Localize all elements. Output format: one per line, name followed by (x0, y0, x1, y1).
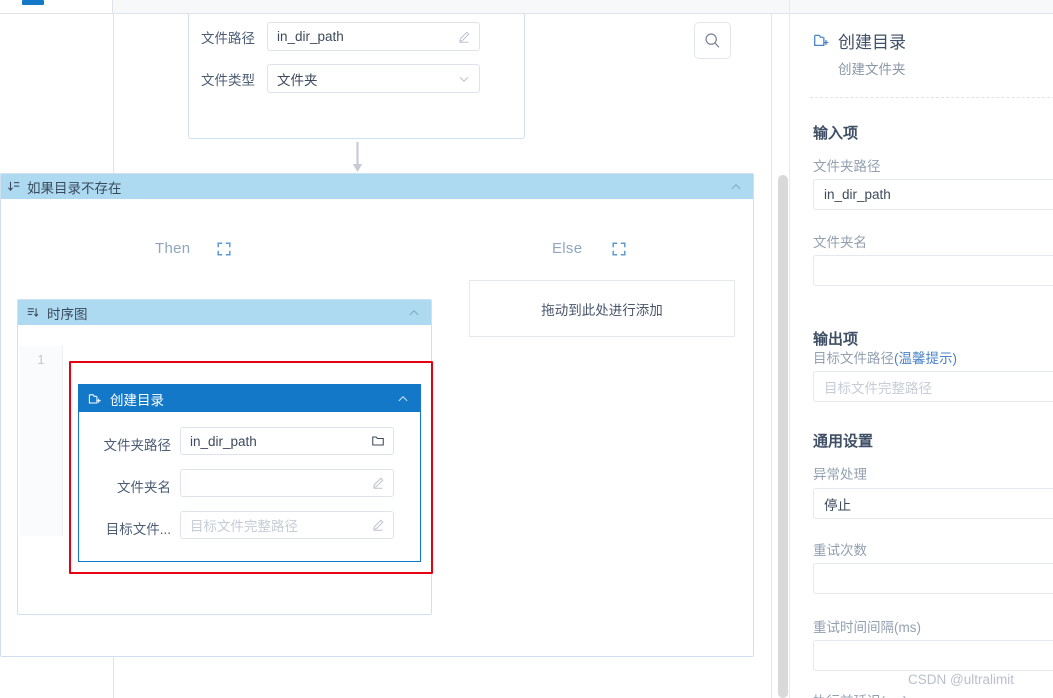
card-input-target-file-placeholder: 目标文件完整路径 (190, 519, 298, 534)
create-directory-card[interactable]: 创建目录 文件夹路径 in_dir_path 文件夹名 目标文件... 目标文件… (78, 384, 421, 562)
sidebar-select-exception[interactable]: 停止 (813, 488, 1053, 519)
pencil-icon[interactable] (371, 476, 385, 490)
app-root: 文件路径 in_dir_path 文件类型 文件夹 如果目录不存在 Then E… (0, 0, 1053, 698)
else-dropzone-label: 拖动到此处进行添加 (541, 302, 663, 318)
field-row-file-path: 文件路径 in_dir_path (189, 22, 480, 51)
folder-icon[interactable] (371, 434, 385, 448)
else-expand-icon[interactable] (611, 241, 627, 257)
watermark: CSDN @ultralimit (908, 672, 1014, 687)
tab-indicator (22, 0, 44, 5)
properties-sidebar: 创建目录 创建文件夹 输入项 文件夹路径 in_dir_path 文件夹名 输出… (789, 0, 1053, 698)
pencil-icon[interactable] (371, 518, 385, 532)
sidebar-label-target-path: 目标文件路径(温馨提示) (813, 347, 957, 367)
else-label: Else (552, 240, 583, 257)
sequence-panel-label: 时序图 (47, 306, 88, 322)
canvas-right-edge (771, 14, 772, 698)
branch-icon (7, 180, 21, 194)
sidebar-section-general: 通用设置 (813, 433, 874, 450)
field-label-file-type: 文件类型 (201, 72, 255, 88)
input-file-path[interactable]: in_dir_path (267, 22, 480, 51)
sidebar-title-row: 创建目录 (813, 28, 906, 53)
flow-canvas[interactable]: 文件路径 in_dir_path 文件类型 文件夹 如果目录不存在 Then E… (0, 14, 781, 698)
input-file-path-value: in_dir_path (277, 29, 344, 44)
search-button[interactable] (694, 22, 731, 59)
tab-active[interactable] (0, 0, 113, 13)
sidebar-input-retry-interval[interactable] (813, 640, 1053, 671)
sidebar-label-target-path-text: 目标文件路径 (813, 351, 894, 366)
sidebar-input-folder-path-value: in_dir_path (824, 187, 891, 202)
select-file-type-value: 文件夹 (277, 72, 318, 88)
card-label-folder-path: 文件夹路径 (103, 438, 172, 453)
create-directory-card-body: 文件夹路径 in_dir_path 文件夹名 目标文件... 目标文件完整路径 (79, 412, 420, 561)
folder-plus-icon (813, 32, 830, 49)
sidebar-input-folder-path[interactable]: in_dir_path (813, 179, 1053, 210)
card-input-folder-path-value: in_dir_path (190, 433, 257, 449)
chevron-up-icon[interactable] (407, 307, 421, 319)
node-file-path[interactable]: 文件路径 in_dir_path 文件类型 文件夹 (188, 14, 525, 139)
card-input-folder-path[interactable]: in_dir_path (180, 427, 394, 455)
arrow-down-icon (352, 142, 363, 174)
card-label-folder-name: 文件夹名 (117, 480, 171, 495)
sidebar-input-folder-name[interactable] (813, 255, 1053, 286)
sidebar-title: 创建目录 (838, 33, 906, 52)
select-file-type[interactable]: 文件夹 (267, 64, 480, 93)
sidebar-section-outputs: 输出项 (813, 331, 859, 348)
sidebar-label-retry-interval: 重试时间间隔(ms) (813, 620, 921, 635)
then-label: Then (155, 240, 191, 257)
if-container-header[interactable]: 如果目录不存在 (1, 174, 753, 199)
chevron-up-icon[interactable] (729, 181, 743, 193)
create-directory-card-title: 创建目录 (110, 392, 164, 408)
sidebar-input-target-path-placeholder: 目标文件完整路径 (824, 380, 932, 396)
sidebar-input-target-path[interactable]: 目标文件完整路径 (813, 371, 1053, 402)
sequence-row-number: 1 (37, 352, 45, 367)
sidebar-label-exception: 异常处理 (813, 467, 867, 482)
canvas-scrollbar-track[interactable] (778, 14, 788, 698)
if-container-label: 如果目录不存在 (27, 180, 122, 196)
sidebar-label-target-path-hint: (温馨提示) (894, 351, 957, 366)
sidebar-input-retry-count[interactable] (813, 563, 1053, 594)
sidebar-label-clipped: 执行前延迟(ms) (813, 690, 908, 698)
sequence-row-gutter: 1 (19, 346, 63, 536)
card-label-target-file: 目标文件... (105, 522, 171, 537)
sidebar-select-exception-value: 停止 (824, 497, 851, 513)
sequence-panel-header[interactable]: 时序图 (18, 300, 431, 325)
create-directory-card-header[interactable]: 创建目录 (79, 385, 420, 412)
sidebar-subtitle: 创建文件夹 (838, 62, 906, 77)
sidebar-label-folder-path: 文件夹路径 (813, 159, 881, 174)
canvas-scrollbar-thumb[interactable] (778, 175, 788, 698)
sidebar-label-retry-count: 重试次数 (813, 543, 867, 558)
search-icon (703, 31, 722, 50)
card-input-folder-name[interactable] (180, 469, 394, 497)
field-row-file-type: 文件类型 文件夹 (189, 64, 480, 93)
sidebar-divider (810, 97, 1053, 98)
chevron-down-icon[interactable] (457, 72, 471, 86)
sequence-icon (26, 306, 40, 320)
folder-plus-icon (88, 392, 102, 406)
sidebar-label-folder-name: 文件夹名 (813, 235, 867, 250)
else-dropzone[interactable]: 拖动到此处进行添加 (469, 280, 735, 337)
field-label-file-path: 文件路径 (201, 30, 255, 46)
sidebar-topbar (790, 0, 1053, 14)
chevron-up-icon[interactable] (396, 393, 410, 405)
card-input-target-file[interactable]: 目标文件完整路径 (180, 511, 394, 539)
then-expand-icon[interactable] (216, 241, 232, 257)
pencil-icon[interactable] (457, 30, 471, 44)
sidebar-section-inputs: 输入项 (813, 125, 859, 142)
